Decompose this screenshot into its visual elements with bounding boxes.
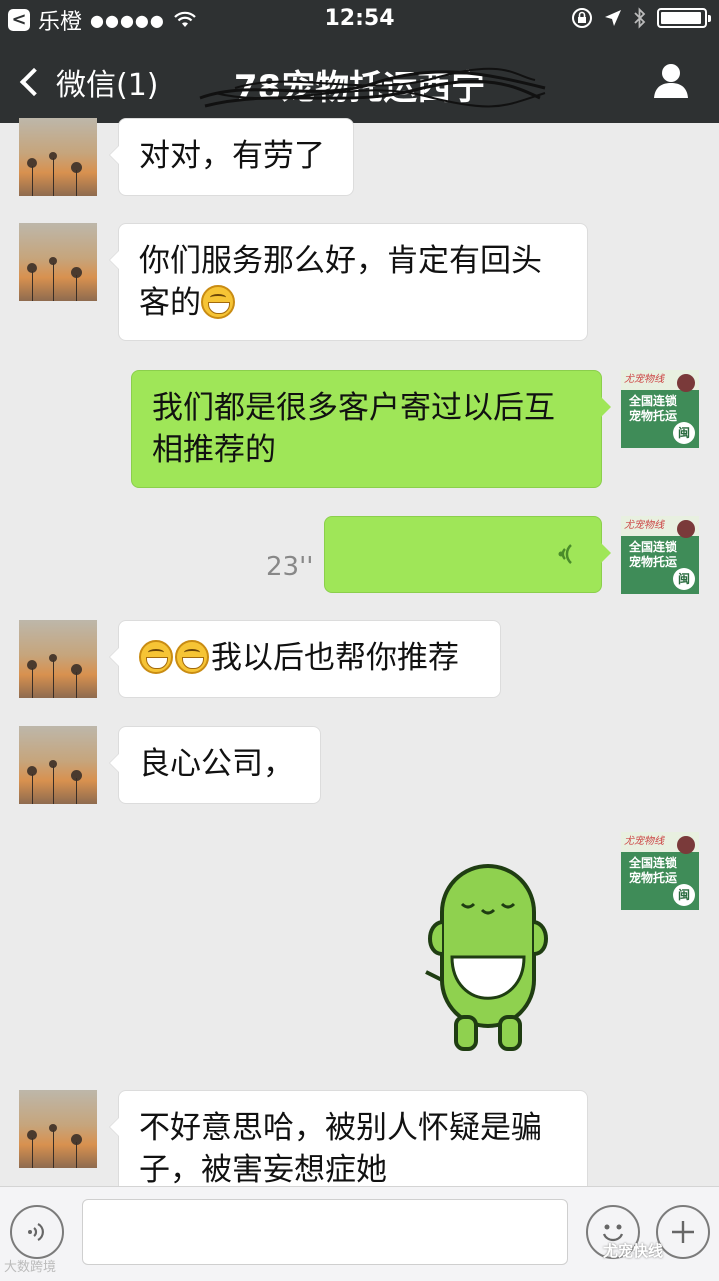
watermark-right: 尤宠快线: [603, 1242, 664, 1260]
message-text: 子，被害妄想症她: [139, 1152, 387, 1188]
contact-avatar[interactable]: [19, 1090, 97, 1168]
dog-icon: [677, 520, 695, 538]
message-text: 相推荐的: [152, 432, 276, 468]
bluetooth-icon: [634, 7, 646, 29]
my-avatar[interactable]: 尤宠物线 全国连锁 宠物托运 闽: [621, 832, 699, 910]
message-text: 对对，有劳了: [139, 138, 325, 174]
message-bubble-sent: 我们都是很多客户寄过以后互 相推荐的: [131, 370, 611, 488]
person-icon[interactable]: [651, 60, 691, 100]
voice-wave-icon: [558, 544, 572, 564]
avatar-stamp: 闽: [673, 422, 695, 444]
message-text: 不好意思哈，被别人怀疑是骗: [139, 1110, 542, 1146]
my-avatar[interactable]: 尤宠物线 全国连锁 宠物托运 闽: [621, 516, 699, 594]
avatar-line2: 宠物托运: [629, 871, 678, 885]
more-button[interactable]: [656, 1205, 710, 1259]
battery-icon: [657, 8, 711, 28]
avatar-stamp: 闽: [673, 884, 695, 906]
avatar-line1: 全国连锁: [629, 540, 678, 554]
message-bubble-received: 我以后也帮你推荐: [109, 620, 501, 698]
grin-emoji-icon: [139, 640, 173, 674]
my-avatar[interactable]: 尤宠物线 全国连锁 宠物托运 闽: [621, 370, 699, 448]
contact-avatar[interactable]: [19, 620, 97, 698]
location-icon: [605, 10, 621, 26]
message-text: 你们服务那么好，肯定有回头: [139, 243, 542, 279]
avatar-stamp: 闽: [673, 568, 695, 590]
grin-emoji-icon: [175, 640, 209, 674]
contact-avatar[interactable]: [19, 223, 97, 301]
avatar-line1: 全国连锁: [629, 856, 678, 870]
status-bar: < 乐橙 ●●●●● 12:54: [0, 0, 719, 40]
contact-avatar[interactable]: [19, 726, 97, 804]
chat-title: 78宠物托运西宁: [233, 68, 486, 108]
chat-header: 微信(1) 78宠物托运西宁: [0, 40, 719, 123]
dog-icon: [677, 836, 695, 854]
voice-duration: 23'': [266, 552, 314, 582]
message-text: 我以后也帮你推荐: [211, 640, 459, 676]
input-bar: [0, 1186, 719, 1281]
voice-message-bubble[interactable]: [324, 516, 611, 593]
message-bubble-received: 对对，有劳了: [109, 118, 354, 196]
message-bubble-received: 良心公司，: [109, 726, 321, 804]
rotation-lock-icon: [572, 8, 592, 28]
message-text: 我们都是很多客户寄过以后互: [152, 390, 555, 426]
message-input[interactable]: [82, 1199, 568, 1265]
grin-emoji-icon: [201, 285, 235, 319]
dog-icon: [677, 374, 695, 392]
message-text: 良心公司，: [139, 746, 294, 782]
status-right: [571, 7, 711, 29]
avatar-line2: 宠物托运: [629, 409, 678, 423]
voice-icon: [28, 1223, 44, 1241]
avatar-line1: 全国连锁: [629, 394, 678, 408]
contact-avatar[interactable]: [19, 118, 97, 196]
message-text: 客的: [139, 285, 201, 321]
voice-input-button[interactable]: [10, 1205, 64, 1259]
watermark-left: 大数跨境: [4, 1260, 57, 1275]
message-bubble-received: 你们服务那么好，肯定有回头 客的: [109, 223, 588, 341]
plus-icon: [672, 1221, 694, 1243]
avatar-line2: 宠物托运: [629, 555, 678, 569]
green-dog-sticker[interactable]: [420, 862, 550, 1052]
